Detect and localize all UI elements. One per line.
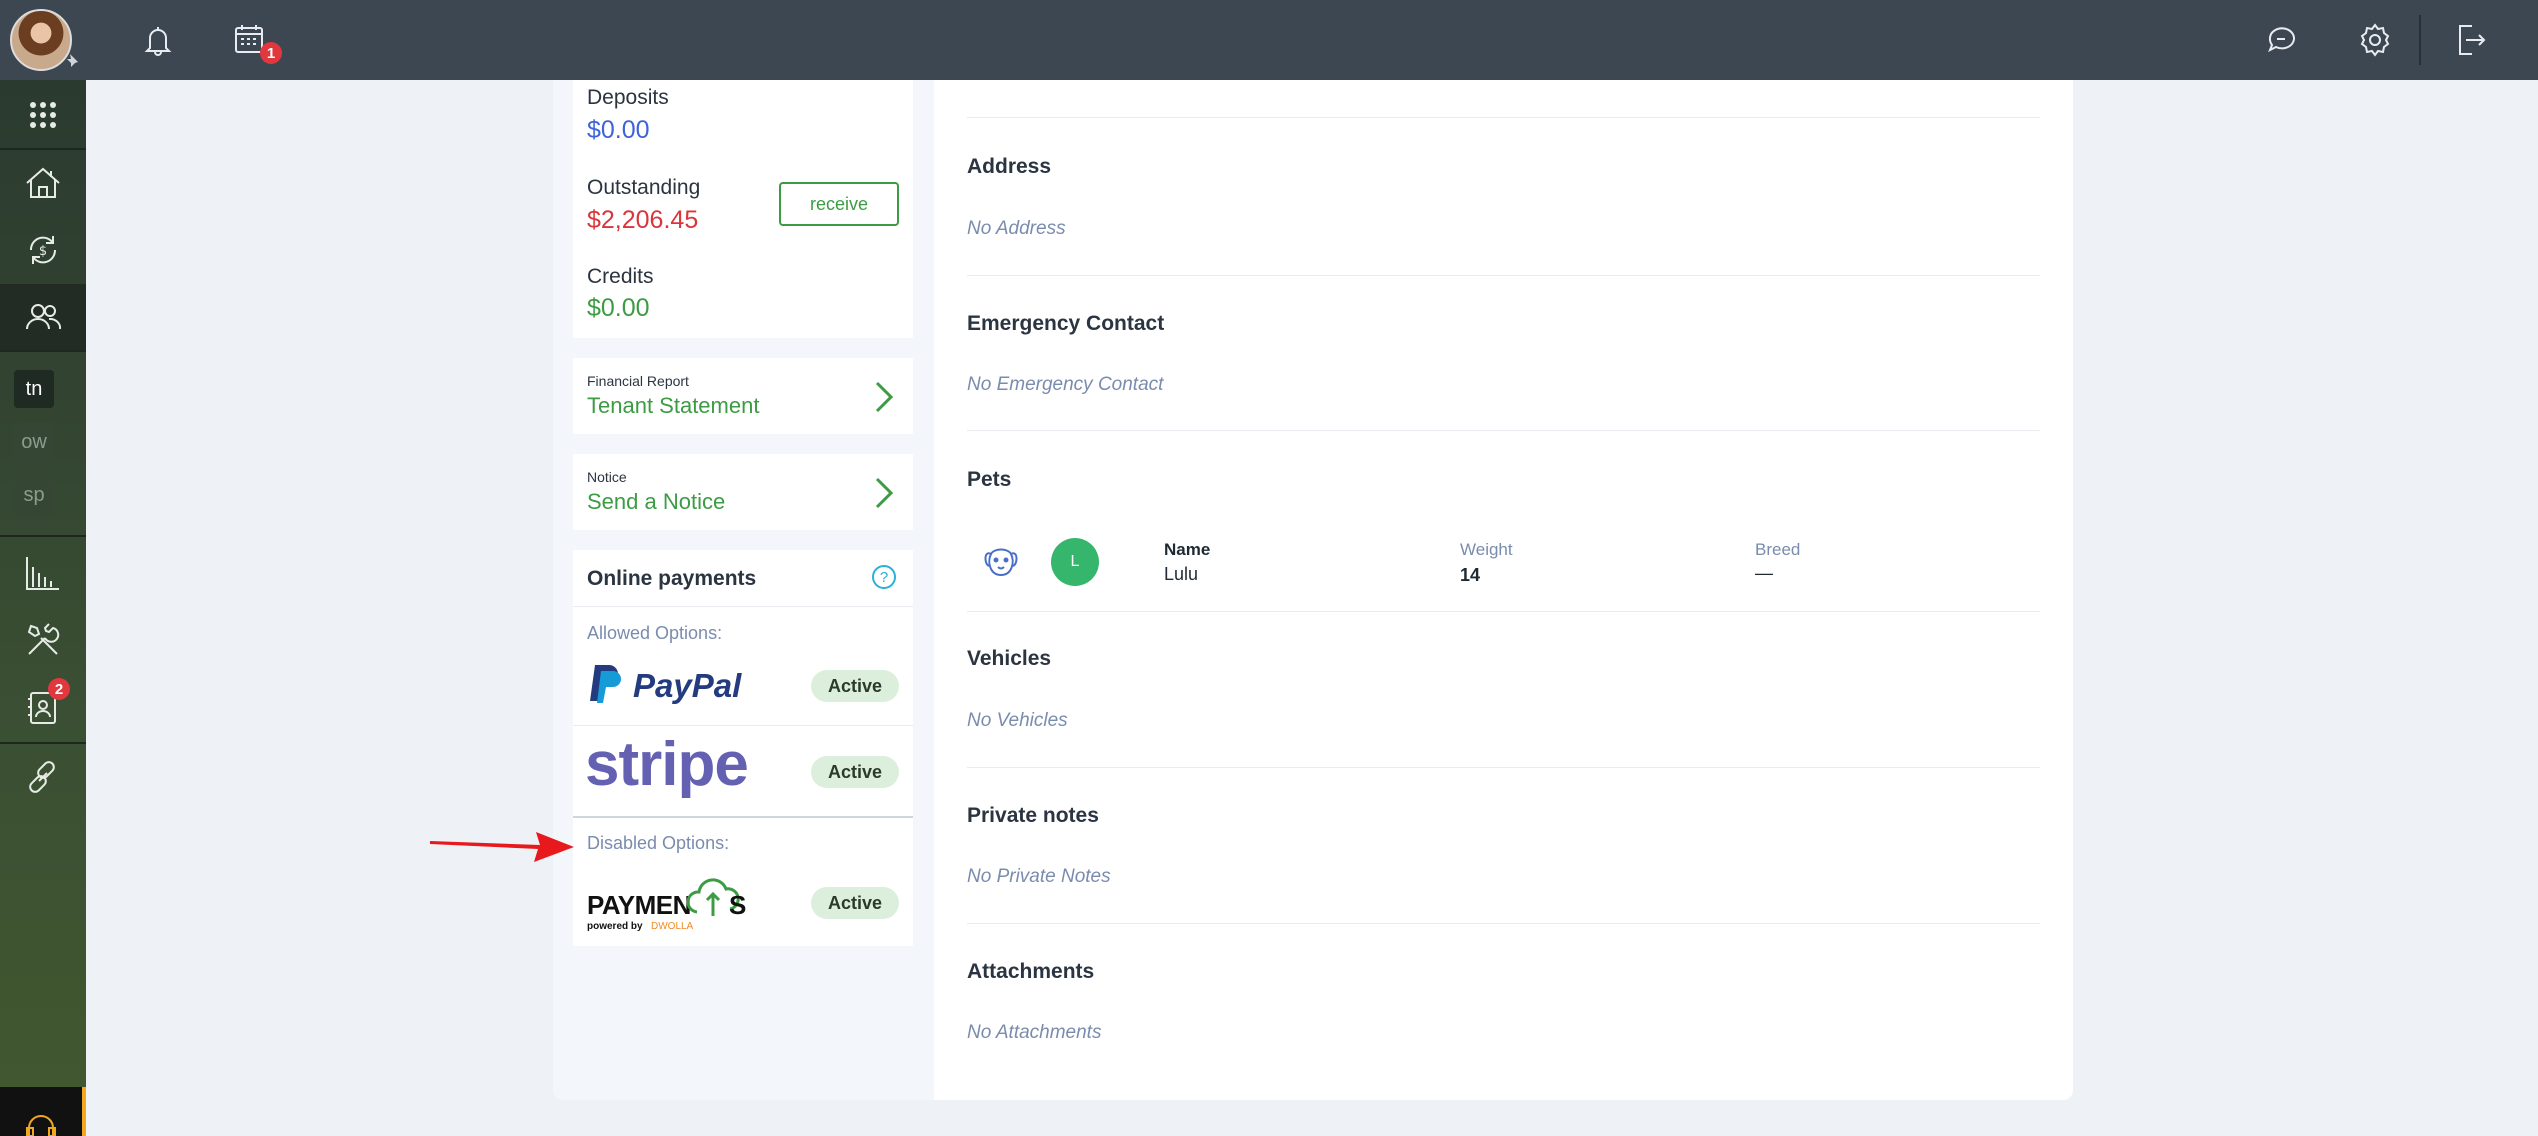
help-headset-button[interactable]: [0, 1087, 86, 1136]
deposits-label: Deposits: [587, 86, 669, 109]
section-divider: [967, 275, 2040, 276]
vehicles-empty: No Vehicles: [967, 710, 1068, 731]
section-divider: [967, 430, 2040, 431]
bar-chart-icon[interactable]: [0, 540, 86, 606]
notice-label: Notice: [587, 469, 627, 485]
divider: [573, 606, 913, 607]
financial-report-link[interactable]: Financial Report Tenant Statement: [573, 358, 913, 434]
gear-icon[interactable]: [2355, 20, 2395, 60]
pet-avatar: L: [1051, 538, 1099, 586]
apps-grid-icon[interactable]: [0, 82, 86, 148]
contacts-icon[interactable]: 2: [0, 674, 86, 740]
attachments-title: Attachments: [967, 960, 1095, 983]
help-icon[interactable]: ?: [872, 565, 896, 589]
topbar-divider: [2419, 15, 2421, 65]
user-avatar[interactable]: [0, 0, 86, 80]
sidebar-divider: [0, 535, 86, 537]
pet-breed-value: —: [1755, 563, 1773, 583]
emergency-contact-title: Emergency Contact: [967, 312, 1165, 335]
bell-icon[interactable]: [138, 20, 178, 60]
pet-name-label: Name: [1164, 540, 1211, 559]
section-divider: [967, 767, 2040, 768]
svg-text:$: $: [39, 244, 47, 259]
sidebar-item-owners[interactable]: ow: [14, 423, 54, 461]
outstanding-label: Outstanding: [587, 176, 701, 199]
receive-button[interactable]: receive: [779, 182, 899, 226]
private-notes-title: Private notes: [967, 804, 1099, 827]
pets-title: Pets: [967, 468, 1012, 491]
chevron-right-icon: [875, 477, 894, 509]
calendar-icon[interactable]: 1: [230, 20, 282, 64]
sidebar-item-tenants[interactable]: tn: [14, 370, 54, 408]
outstanding-value: $2,206.45: [587, 206, 699, 234]
paypal-wordmark: PayPal: [633, 667, 742, 704]
paypal-icon: [590, 665, 621, 703]
tools-icon[interactable]: [0, 607, 86, 673]
pet-weight-label: Weight: [1460, 540, 1513, 559]
section-divider: [967, 117, 2040, 118]
pet-name-value: Lulu: [1164, 564, 1199, 584]
money-cycle-icon[interactable]: $: [0, 217, 86, 283]
paypal-status-badge: Active: [811, 670, 899, 702]
sidebar-item-service-pros[interactable]: sp: [14, 476, 54, 514]
address-empty: No Address: [967, 218, 1066, 239]
financial-report-label: Financial Report: [587, 373, 689, 389]
people-icon[interactable]: [0, 284, 86, 350]
credits-value: $0.00: [587, 294, 650, 322]
top-bar: 1: [0, 0, 2538, 80]
send-notice-link[interactable]: Send a Notice: [587, 489, 725, 515]
contacts-badge: 2: [48, 678, 70, 700]
pet-breed-label: Breed: [1755, 540, 1801, 559]
credits-label: Credits: [587, 265, 654, 288]
property-house-icon[interactable]: [0, 150, 86, 216]
deposits-value: $0.00: [587, 116, 650, 144]
address-title: Address: [967, 155, 1052, 178]
headset-icon: [26, 1115, 56, 1136]
stripe-logo: stripe: [585, 730, 749, 799]
online-payments-box: Online payments ? Allowed Options: PayPa…: [573, 550, 913, 946]
payments-dwolla-logo: PAYMEN S powered by DWOLLA: [587, 872, 757, 932]
link-icon[interactable]: [0, 744, 86, 810]
private-notes-empty: No Private Notes: [967, 866, 1111, 887]
sidebar-divider: [0, 350, 86, 352]
divider: [573, 725, 913, 726]
vehicles-title: Vehicles: [967, 647, 1052, 670]
logout-icon[interactable]: [2450, 20, 2490, 60]
chat-icon[interactable]: [2262, 20, 2302, 60]
disabled-options-label: Disabled Options:: [587, 833, 730, 853]
sidebar: $ tn ow sp 2: [0, 80, 86, 1136]
divider: [573, 816, 913, 818]
emergency-contact-empty: No Emergency Contact: [967, 374, 1164, 395]
payments-status-badge: Active: [811, 887, 899, 919]
tenant-details-panel: [934, 80, 2073, 1100]
paypal-logo: PayPal: [587, 663, 747, 705]
avatar-photo: [10, 9, 72, 71]
annotation-arrow: [430, 832, 574, 862]
section-divider: [967, 611, 2040, 612]
dog-icon: [984, 548, 1018, 577]
notice-link[interactable]: Notice Send a Notice: [573, 454, 913, 530]
balances-box: Deposits $0.00 Outstanding $2,206.45 rec…: [573, 80, 913, 338]
allowed-options-label: Allowed Options:: [587, 623, 723, 643]
tenant-statement-link[interactable]: Tenant Statement: [587, 393, 759, 419]
chevron-right-icon: [875, 381, 894, 413]
calendar-badge: 1: [260, 42, 282, 64]
section-divider: [967, 923, 2040, 924]
pet-weight-value: 14: [1460, 565, 1481, 585]
attachments-empty: No Attachments: [967, 1022, 1102, 1043]
online-payments-title: Online payments: [587, 567, 757, 590]
stripe-status-badge: Active: [811, 756, 899, 788]
pin-icon[interactable]: [64, 52, 82, 70]
